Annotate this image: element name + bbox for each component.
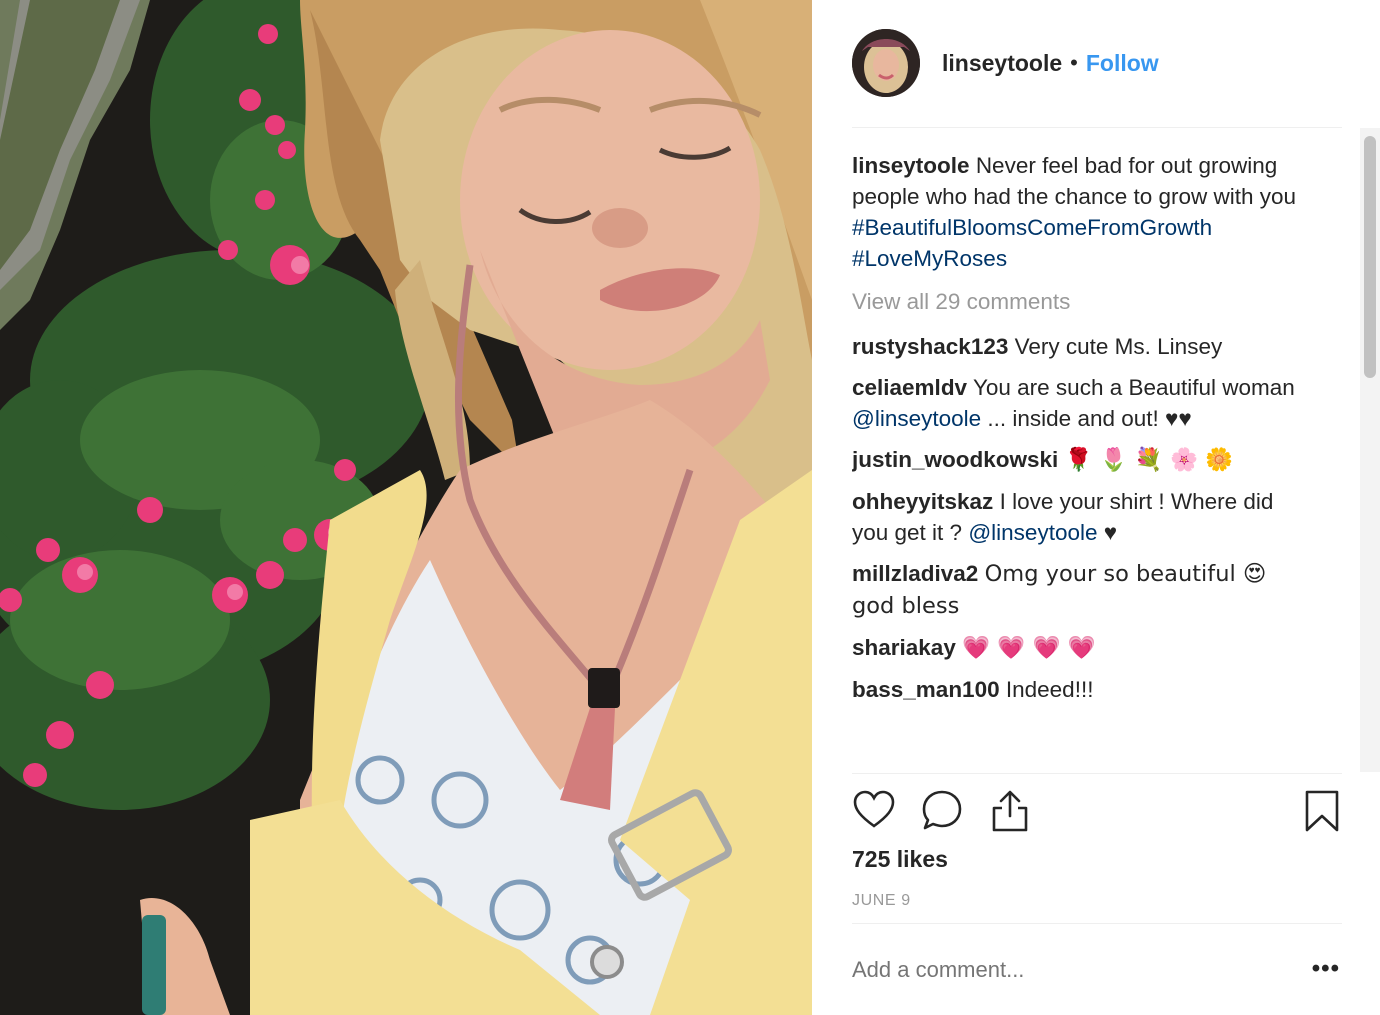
more-options-button[interactable]: ••• xyxy=(1312,955,1340,983)
view-all-comments-link[interactable]: View all 29 comments xyxy=(852,286,1312,317)
comment-username[interactable]: millzladiva2 xyxy=(852,561,978,586)
caption-username[interactable]: linseytoole xyxy=(852,153,970,178)
comment-username[interactable]: celiaemldv xyxy=(852,375,967,400)
comment-icon[interactable] xyxy=(920,788,964,832)
comment-username[interactable]: justin_woodkowski xyxy=(852,447,1058,472)
comment-text: 💗 💗 💗 💗 xyxy=(962,635,1096,661)
comment-item: celiaemldv You are such a Beautiful woma… xyxy=(852,372,1312,434)
heart-icon[interactable] xyxy=(852,788,896,832)
comment-item: shariakay 💗 💗 💗 💗 xyxy=(852,632,1312,664)
post-side-panel: linseytoole • Follow linseytoole Never f… xyxy=(812,0,1380,1015)
comment-item: ohheyyitskaz I love your shirt ! Where d… xyxy=(852,486,1312,548)
comment-text: Very cute Ms. Linsey xyxy=(1014,334,1223,359)
comment-item: bass_man100 Indeed!!! xyxy=(852,674,1312,705)
post-header: linseytoole • Follow xyxy=(852,28,1340,98)
avatar[interactable] xyxy=(852,29,920,97)
avatar-image xyxy=(852,29,920,97)
hashtag-link[interactable]: #LoveMyRoses xyxy=(852,246,1007,271)
footer-divider xyxy=(852,923,1342,924)
post-username[interactable]: linseytoole xyxy=(942,50,1062,77)
comment-text: ... inside and out! ♥♥ xyxy=(981,406,1192,431)
comment-username[interactable]: rustyshack123 xyxy=(852,334,1008,359)
bookmark-icon[interactable] xyxy=(1300,788,1344,834)
instagram-post-modal: linseytoole • Follow linseytoole Never f… xyxy=(0,0,1380,1015)
comment-username[interactable]: shariakay xyxy=(852,635,956,660)
comment-text: ♥ xyxy=(1097,520,1118,545)
comment-text: Indeed!!! xyxy=(1005,677,1094,702)
hashtag-link[interactable]: #BeautifulBloomsComeFromGrowth xyxy=(852,215,1212,240)
caption: linseytoole Never feel bad for out growi… xyxy=(852,150,1312,274)
mention-link[interactable]: @linseytoole xyxy=(852,406,981,431)
follow-button[interactable]: Follow xyxy=(1086,50,1159,77)
post-date: JUNE 9 xyxy=(852,892,911,909)
separator-dot: • xyxy=(1070,50,1078,75)
action-bar xyxy=(852,788,1340,838)
comments-list[interactable]: linseytoole Never feel bad for out growi… xyxy=(852,150,1312,772)
comments-scrollbar[interactable] xyxy=(1360,128,1380,772)
comment-text: You are such a Beautiful woman xyxy=(972,375,1295,400)
share-icon[interactable] xyxy=(988,788,1032,832)
scrollbar-thumb[interactable] xyxy=(1364,136,1376,378)
post-photo[interactable] xyxy=(0,0,812,1015)
add-comment-input[interactable] xyxy=(852,957,1252,983)
header-divider xyxy=(852,127,1342,128)
comment-username[interactable]: ohheyyitskaz xyxy=(852,489,993,514)
comment-item: rustyshack123 Very cute Ms. Linsey xyxy=(852,331,1312,362)
comments-divider xyxy=(852,773,1342,774)
likes-count[interactable]: 725 likes xyxy=(852,846,948,873)
comment-item: millzladiva2 Omg your so beautiful 😍 god… xyxy=(852,558,1312,622)
mention-link[interactable]: @linseytoole xyxy=(968,520,1097,545)
comment-item: justin_woodkowski 🌹 🌷 💐 🌸 🌼 xyxy=(852,444,1312,476)
comment-username[interactable]: bass_man100 xyxy=(852,677,1000,702)
comment-text: 🌹 🌷 💐 🌸 🌼 xyxy=(1064,447,1234,473)
selfie-image xyxy=(0,0,812,1015)
